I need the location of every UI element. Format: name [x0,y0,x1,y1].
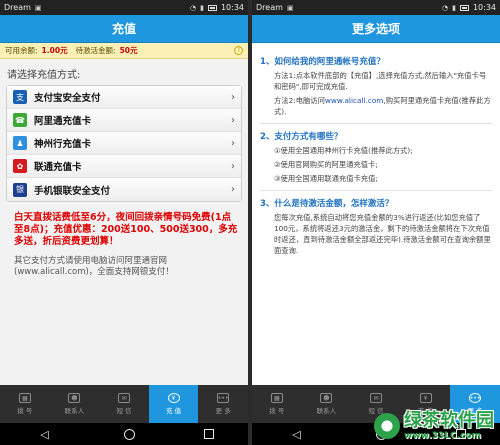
section-label: 请选择充值方式: [7,70,81,81]
faq-answer: 方法1:点本软件底部的【充值】,选择充值方式,然后输入"充值卡号和密码",即可完… [274,71,487,91]
tab-more[interactable]: ••• 更 多 [198,385,248,423]
note-text: 其它支付方式请使用电脑访问阿里通官网(www.alicall.com)，全面支持… [14,256,174,277]
more-dots-icon: ••• [469,393,482,403]
pay-method-label: 神州行充值卡 [34,139,92,150]
back-icon[interactable]: ◁ [35,428,55,441]
divider [260,190,493,191]
tab-label: 充 值 [166,407,182,415]
clock: 10:34 [472,3,496,12]
unicom-knot-icon: ✿ [13,159,27,173]
notification-icon: ▣ [34,3,42,12]
dialpad-icon: ▦ [270,393,283,403]
pay-method-unicom-card[interactable]: ✿ 联通充值卡 › [7,155,241,178]
tab-label: 短 信 [116,407,132,415]
tab-sms[interactable]: ✉ 短 信 [99,385,149,423]
watermark-title: 绿茶软件园 [404,410,494,431]
tab-label: 拨 号 [17,407,33,415]
page-title: 更多选项 [252,15,500,43]
balance-bar: 可用余额: 1.00元 待激活金额: 50元 ? [0,43,248,59]
faq-question-2: 2、支付方式有哪些？ [260,132,343,142]
tab-contacts[interactable]: ☻ 联系人 [50,385,100,423]
system-nav-bar: ◁ [0,423,248,445]
faq-answer: 方法2:电脑访问www.alicall.com,购买阿里通充值卡充值(推荐此方式… [260,95,493,117]
help-icon[interactable]: ? [234,46,243,55]
balance-label: 可用余额: [5,46,38,55]
battery-icon [459,4,469,11]
chevron-right-icon: › [231,184,235,195]
more-dots-icon: ••• [217,393,230,403]
tab-label: 更 多 [215,407,231,415]
carrier-label: Dream [256,3,283,12]
balance-amount: 1.00元 [41,46,68,55]
more-options-screen: Dream ▣ ◔ ▮ 10:34 更多选项 1、如何给我的阿里通帐号充值？ 方… [252,0,500,445]
faq-answer-text: 方法2:电脑访问 [274,96,325,105]
yuan-icon: ¥ [419,393,432,403]
recharge-screen: Dream ▣ ◔ ▮ 10:34 充值 可用余额: 1.00元 待激活金额: … [0,0,248,445]
divider [260,123,493,124]
pay-method-alitong-card[interactable]: ☎ 阿里通充值卡 › [7,109,241,132]
carrier-label: Dream [4,3,31,12]
watermark: 绿茶软件园 www.33LC.com [374,411,494,441]
faq-answer: 您每次充值,系统自动将您充值金额的3%进行返还(比如您充值了100元，系统将返还… [274,213,491,255]
pay-method-label: 联通充值卡 [34,162,82,173]
dialpad-icon: ▦ [18,393,31,403]
status-bar: Dream ▣ ◔ ▮ 10:34 [0,0,248,15]
back-icon[interactable]: ◁ [287,428,307,441]
clock: 10:34 [220,3,244,12]
recent-apps-icon[interactable] [203,429,214,439]
notification-icon: ▣ [286,3,294,12]
alicall-link[interactable]: www.alicall.com [325,96,384,105]
pay-method-alipay[interactable]: 支 支付宝安全支付 › [7,86,241,109]
chevron-right-icon: › [231,91,235,103]
watermark-url: www.33LC.com [404,431,481,441]
tab-label: 拨 号 [269,407,285,415]
pay-method-label: 手机银联安全支付 [34,185,111,197]
phone-card-icon: ☎ [13,113,27,127]
bottom-tab-bar: ▦ 拨 号 ☻ 联系人 ✉ 短 信 ¥ 充 值 ••• 更 多 [0,385,248,423]
envelope-icon: ✉ [369,393,382,403]
promo-text: 白天直拨话费低至6分，夜间回拨亲情号码免费(1点至8点)；充值优惠：200送10… [14,212,238,247]
pay-method-label: 支付宝安全支付 [34,93,101,104]
pay-method-shenzhouxing-card[interactable]: ♟ 神州行充值卡 › [7,132,241,155]
contacts-icon: ☻ [320,393,333,403]
faq-question-1: 1、如何给我的阿里通帐号充值？ [260,57,385,67]
envelope-icon: ✉ [117,393,130,403]
signal-icon: ▮ [452,3,456,12]
chevron-right-icon: › [231,114,235,126]
faq-answer: ②使用官网购买的阿里通充值卡; [274,160,378,169]
pay-method-unionpay[interactable]: 银 手机银联安全支付 › [7,178,241,201]
faq-question-3: 3、什么是待激活金额，怎样激活？ [260,199,394,209]
faq-answer: ①使用全国通用神州行卡充值(推荐此方式); [274,146,413,155]
pay-method-label: 阿里通充值卡 [34,116,92,127]
tab-label: 联系人 [316,407,337,415]
tab-recharge[interactable]: ¥ 充 值 [148,385,199,423]
faq-answer: ③使用全国通用联通充值卡充值; [274,174,378,183]
chevron-right-icon: › [231,160,235,172]
tab-dial[interactable]: ▦ 拨 号 [0,385,50,423]
watermark-logo-icon [374,413,400,439]
contacts-icon: ☻ [68,393,81,403]
payment-method-list: 支 支付宝安全支付 › ☎ 阿里通充值卡 › ♟ 神州行充值卡 › ✿ 联通充值… [6,85,242,202]
faq-content: 1、如何给我的阿里通帐号充值？ 方法1:点本软件底部的【充值】,选择充值方式,然… [252,43,500,256]
tab-contacts[interactable]: ☻ 联系人 [302,385,352,423]
tab-label: 联系人 [64,407,85,415]
home-icon[interactable] [123,428,135,440]
unionpay-card-icon: 银 [13,182,27,197]
alipay-shield-icon: 支 [13,90,27,104]
chevron-right-icon: › [231,137,235,149]
signal-icon: ▮ [200,3,204,12]
wifi-icon: ◔ [441,3,449,12]
screenshot-root: Dream ▣ ◔ ▮ 10:34 充值 可用余额: 1.00元 待激活金额: … [0,0,500,445]
pending-label: 待激活金额: [75,46,116,55]
yuan-icon: ¥ [167,393,180,403]
battery-icon [207,4,217,11]
wifi-icon: ◔ [189,3,197,12]
pending-amount: 50元 [119,46,138,55]
person-card-icon: ♟ [13,136,27,150]
status-bar: Dream ▣ ◔ ▮ 10:34 [252,0,500,15]
page-title: 充值 [0,15,248,43]
tab-dial[interactable]: ▦ 拨 号 [252,385,302,423]
